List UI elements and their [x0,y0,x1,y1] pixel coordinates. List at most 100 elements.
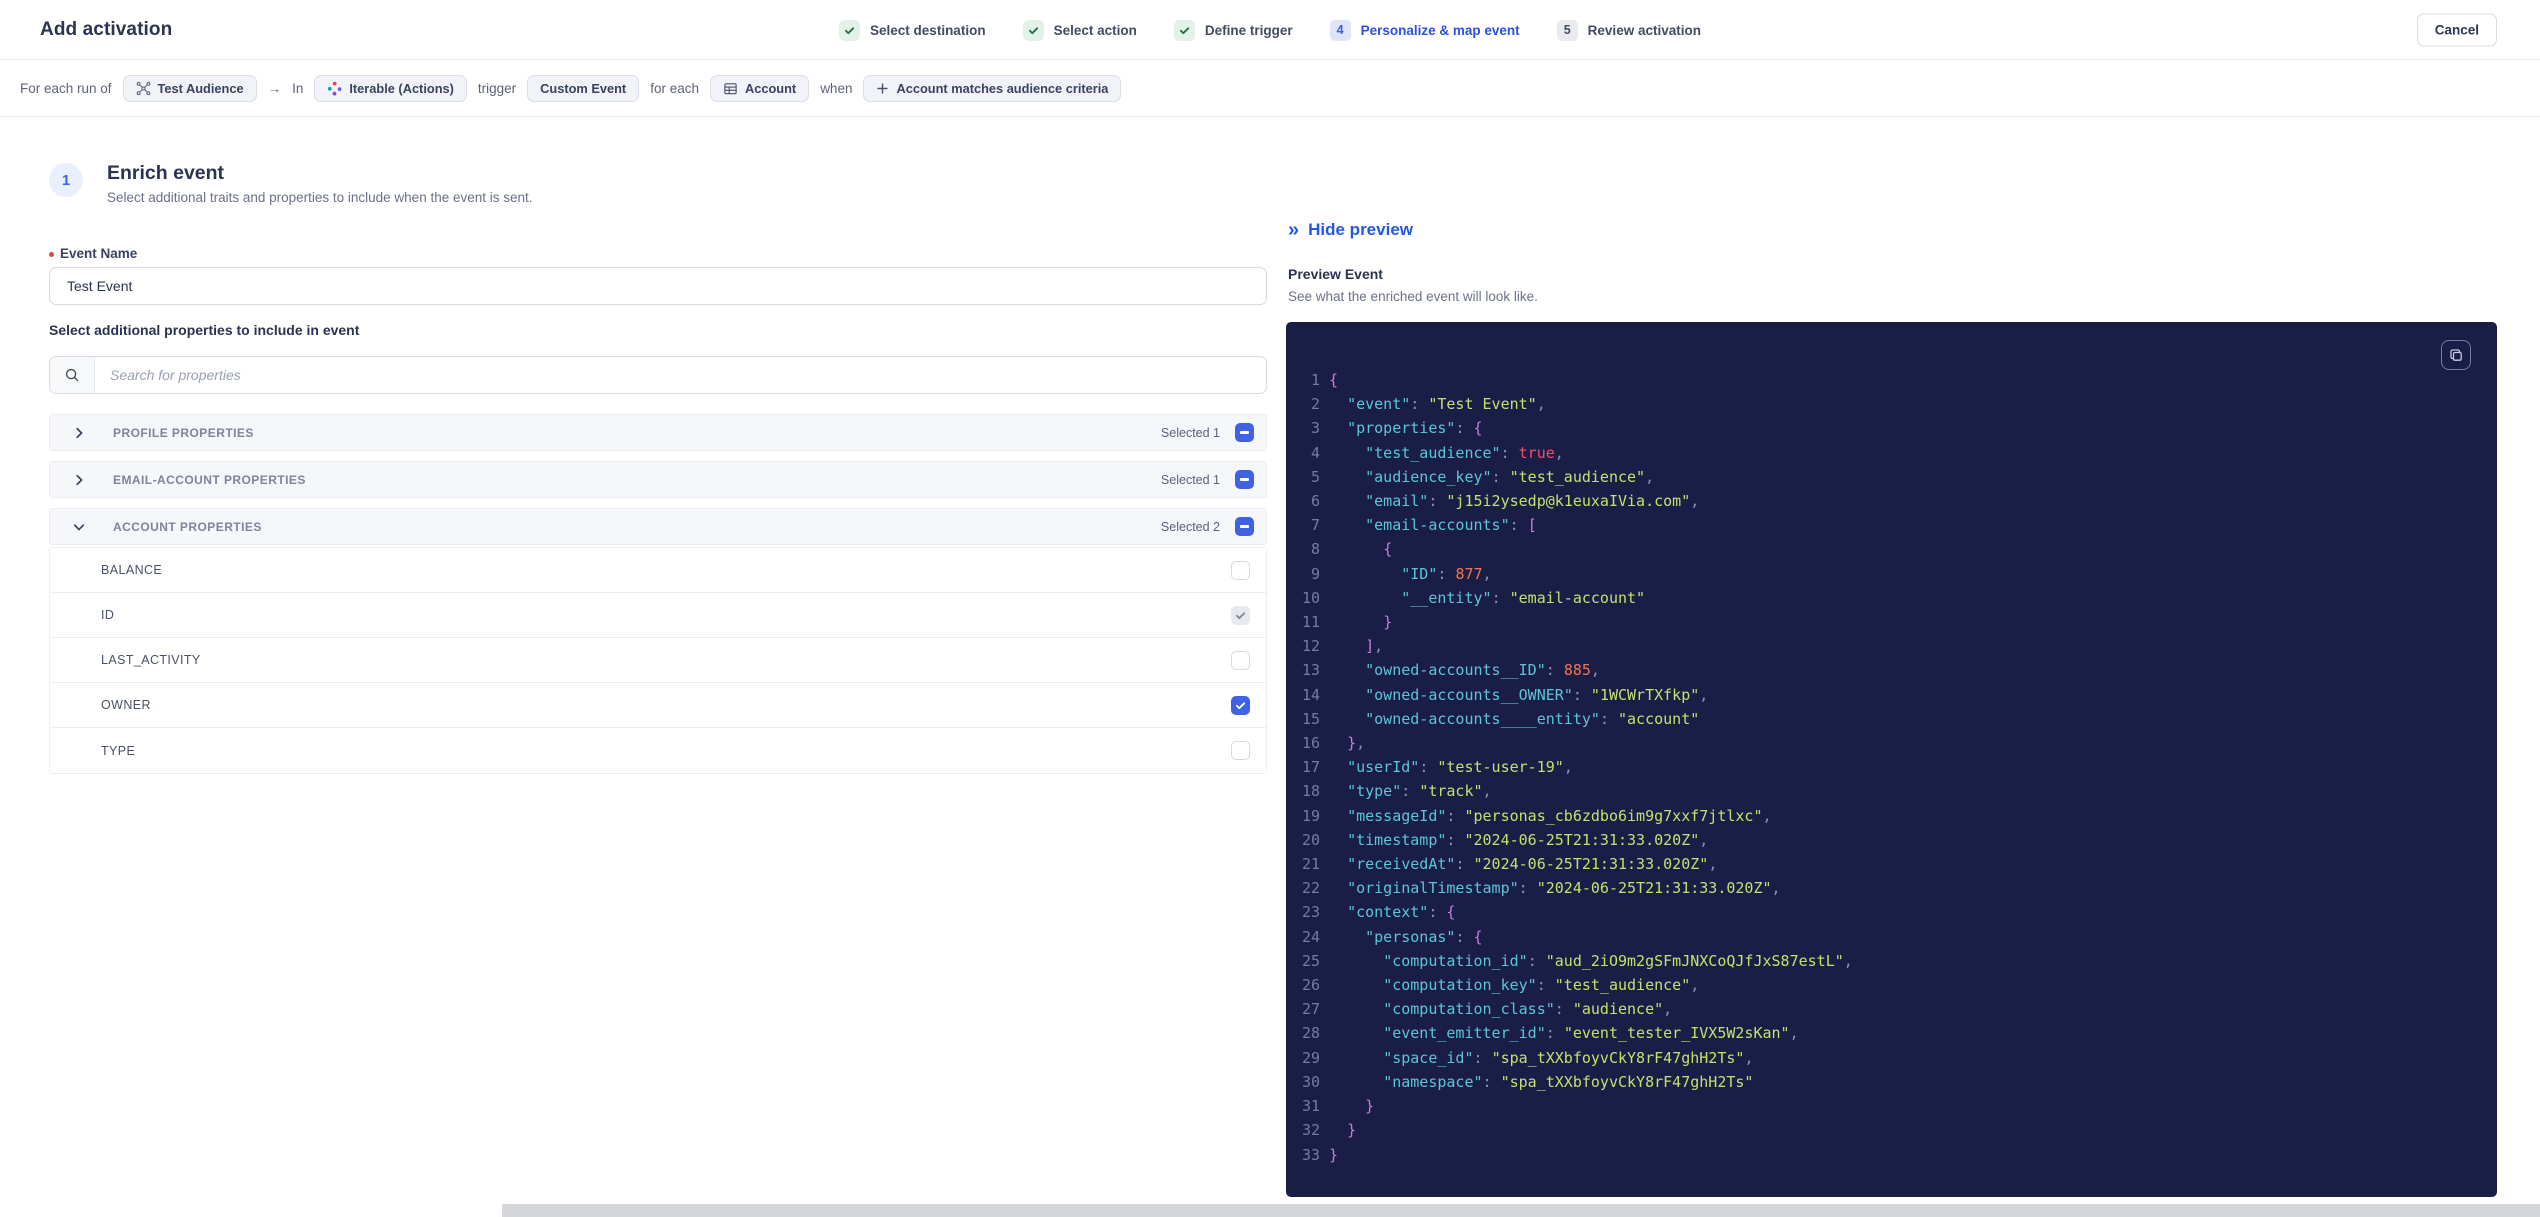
code-content: "owned-accounts__OWNER": "1WCWrTXfkp", [1365,685,1709,704]
code-content: } [1383,613,1393,632]
group-checkbox[interactable] [1235,423,1254,442]
stepper-item[interactable]: Define trigger [1173,19,1293,41]
section-title: Enrich event [107,162,225,184]
collapse-right-icon: » [1288,219,1300,241]
property-group-label: EMAIL-ACCOUNT PROPERTIES [113,472,306,487]
pill-label: Account [744,80,797,96]
code-content: "context": { [1347,903,1456,922]
property-row[interactable]: ID [50,593,1266,638]
step-check-icon [1173,19,1195,41]
code-content: "timestamp": "2024-06-25T21:31:33.020Z", [1347,830,1709,849]
property-group-header[interactable]: PROFILE PROPERTIES Selected 1 [49,414,1267,451]
hide-preview-button[interactable]: » Hide preview [1288,220,1413,240]
step-label: Select destination [870,22,986,38]
code-line: 20 "timestamp": "2024-06-25T21:31:33.020… [1286,828,2497,852]
code-line: 26 "computation_key": "test_audience", [1286,973,2497,997]
line-number: 16 [1301,734,1320,753]
stepper-item[interactable]: Select destination [839,19,986,41]
property-label: OWNER [101,698,151,712]
code-line: 16 }, [1286,731,2497,755]
copy-button[interactable] [2441,340,2471,370]
property-row[interactable]: TYPE [50,728,1266,773]
line-number: 6 [1310,492,1320,511]
step-check-icon [1022,19,1044,41]
property-group: EMAIL-ACCOUNT PROPERTIES Selected 1 [49,461,1267,498]
code-line: 29 "space_id": "spa_tXXbfoyvCkY8rF47ghH2… [1286,1046,2497,1070]
code-content: "computation_key": "test_audience", [1383,976,1700,995]
code-content: }, [1347,734,1366,753]
group-checkbox[interactable] [1235,517,1254,536]
stepper-item[interactable]: 4 Personalize & map event [1329,19,1520,41]
horizontal-scrollbar[interactable] [502,1204,2540,1217]
property-group-header[interactable]: EMAIL-ACCOUNT PROPERTIES Selected 1 [49,461,1267,498]
code-content: { [1383,540,1393,559]
code-content: "owned-accounts____entity": "account" [1365,709,1700,728]
search-input[interactable] [95,357,1266,393]
trigger-text: In [292,80,304,96]
group-checkbox[interactable] [1235,470,1254,489]
code-content: "type": "track", [1347,782,1492,801]
line-number: 3 [1310,419,1320,438]
property-group-header[interactable]: ACCOUNT PROPERTIES Selected 2 [49,508,1267,545]
code-line: 8 { [1286,537,2497,561]
enrich-section: 1 Enrich event Select additional traits … [49,117,1267,784]
line-number: 4 [1310,443,1320,462]
code-line: 15 "owned-accounts____entity": "account" [1286,707,2497,731]
property-row[interactable]: OWNER [50,683,1266,728]
code-line: 5 "audience_key": "test_audience", [1286,465,2497,489]
trigger-pill[interactable]: Test Audience [122,74,257,102]
line-number: 2 [1310,395,1320,414]
step-check-icon [839,19,861,41]
property-row[interactable]: BALANCE [50,548,1266,593]
property-checkbox[interactable] [1231,741,1250,760]
stepper: Select destination Select action Define … [839,0,1701,60]
iterable-icon [327,81,342,96]
pill-label: Iterable (Actions) [349,80,454,96]
line-number: 17 [1301,758,1320,777]
code-content: "owned-accounts__ID": 885, [1365,661,1600,680]
chevron-icon [73,427,86,439]
property-checkbox[interactable] [1231,650,1250,670]
code-content: } [1329,1145,1339,1164]
property-checkbox[interactable] [1231,695,1250,715]
trigger-pill[interactable]: Account [709,74,810,102]
property-checkbox[interactable] [1231,605,1250,625]
trigger-pill[interactable]: Custom Event [527,74,640,102]
property-label: ID [101,608,115,622]
property-group-label: PROFILE PROPERTIES [113,425,254,440]
trigger-bar: For each run of Test Audience → In Iterab… [0,60,2540,117]
code-content: "event": "Test Event", [1347,395,1546,414]
property-label: BALANCE [101,563,163,577]
trigger-pill[interactable]: Account matches audience criteria [863,74,1122,102]
stepper-item[interactable]: Select action [1022,19,1137,41]
trigger-text: when [820,80,853,96]
line-number: 15 [1301,709,1320,728]
cancel-button[interactable]: Cancel [2416,13,2497,46]
line-number: 19 [1301,806,1320,825]
code-content: { [1329,371,1339,389]
code-line: 17 "userId": "test-user-19", [1286,755,2497,779]
code-content: "personas": { [1365,927,1483,946]
step-label: Review activation [1587,22,1701,38]
code-line: 4 "test_audience": true, [1286,441,2497,465]
line-number: 9 [1310,564,1320,583]
stepper-item[interactable]: 5 Review activation [1556,19,1701,41]
chevron-icon [73,474,86,486]
property-group-items: BALANCE ID LAST_ACTIVITY OWNER TYPE [49,547,1267,774]
trigger-text: → [267,80,282,96]
code-line: 32 } [1286,1118,2497,1142]
property-checkbox[interactable] [1231,560,1250,580]
line-number: 13 [1301,661,1320,680]
code-line: 3 "properties": { [1286,416,2497,440]
preview-title: Preview Event [1288,266,1383,282]
line-number: 30 [1301,1072,1320,1091]
line-number: 23 [1301,903,1320,922]
audience-icon [136,81,151,96]
table-icon [723,81,738,96]
property-groups: PROFILE PROPERTIES Selected 1 EMAIL-ACCO… [49,414,1267,774]
property-row[interactable]: LAST_ACTIVITY [50,638,1266,683]
pill-label: Test Audience [157,80,244,96]
trigger-pill[interactable]: Iterable (Actions) [314,74,467,102]
event-name-input[interactable] [49,267,1267,305]
code-content: "computation_id": "aud_2iO9m2gSFmJNXCoQJ… [1383,951,1853,970]
